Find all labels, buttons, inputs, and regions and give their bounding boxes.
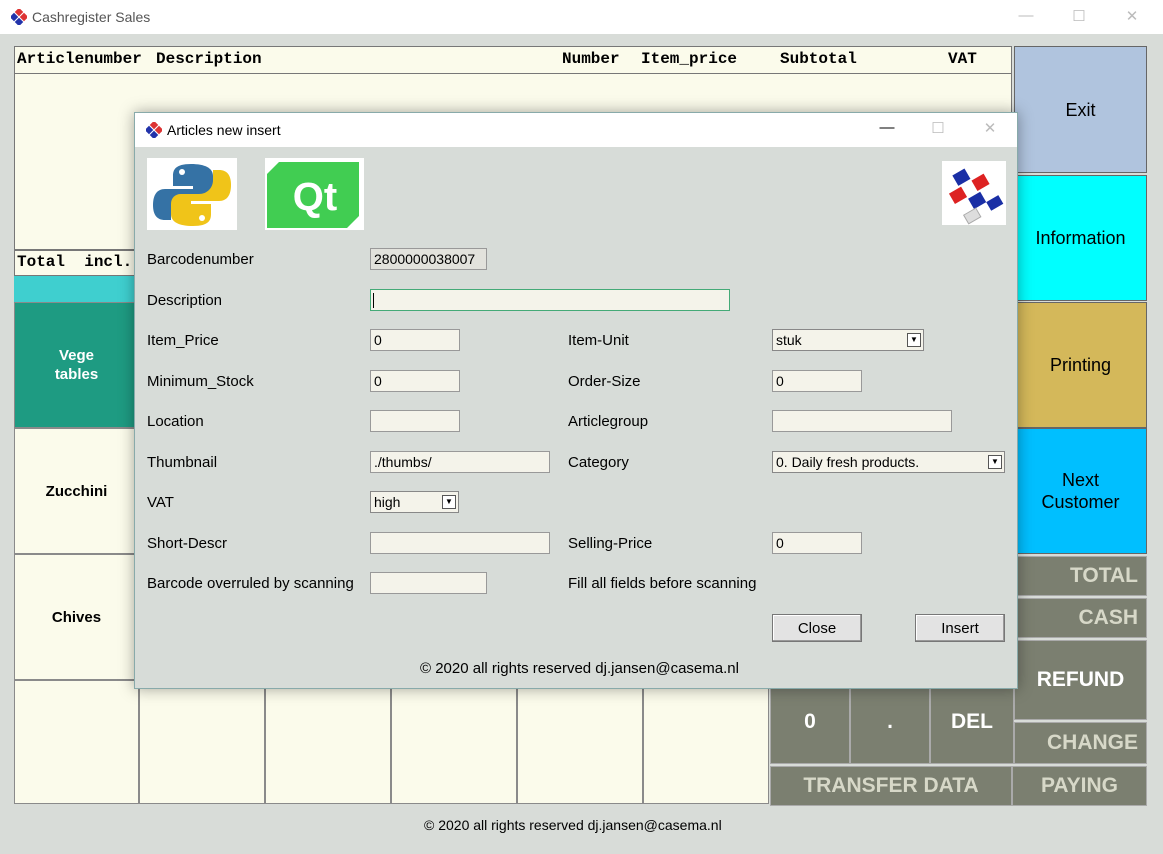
- total-label: Total incl.: [17, 253, 133, 271]
- information-button[interactable]: Information: [1014, 175, 1147, 301]
- order-size-field[interactable]: 0: [772, 370, 862, 392]
- dialog-footer: © 2020 all rights reserved dj.jansen@cas…: [420, 660, 739, 677]
- short-descr-field[interactable]: [370, 532, 550, 554]
- chevron-down-icon: ▼: [988, 455, 1002, 469]
- item-unit-select[interactable]: stuk ▼: [772, 329, 924, 351]
- printing-button[interactable]: Printing: [1014, 302, 1147, 428]
- close-icon[interactable]: ✕: [1117, 7, 1147, 25]
- vat-select-value: high: [374, 494, 401, 510]
- product-button-chives[interactable]: Chives: [14, 554, 139, 680]
- close-button[interactable]: Close: [772, 614, 862, 642]
- brand-logo-icon: [942, 161, 1006, 225]
- thumbnail-field[interactable]: ./thumbs/: [370, 451, 550, 473]
- selling-price-label: Selling-Price: [568, 535, 653, 552]
- refund-button[interactable]: REFUND: [1014, 640, 1147, 720]
- product-button-empty[interactable]: [14, 680, 139, 804]
- keypad-del-button[interactable]: DEL: [930, 680, 1014, 764]
- articlegroup-label: Articlegroup: [568, 413, 649, 430]
- selling-price-field[interactable]: 0: [772, 532, 862, 554]
- description-label: Description: [147, 292, 223, 309]
- next-customer-button[interactable]: Next Customer: [1014, 428, 1147, 554]
- location-label: Location: [147, 413, 204, 430]
- dialog-title: Articles new insert: [167, 122, 281, 138]
- product-button-empty[interactable]: [265, 680, 391, 804]
- location-field[interactable]: [370, 410, 460, 432]
- keypad-0-button[interactable]: 0: [770, 680, 850, 764]
- app-icon: [11, 9, 27, 25]
- dialog-maximize-icon[interactable]: ☐: [923, 119, 953, 137]
- product-button-zucchini[interactable]: Zucchini: [14, 428, 139, 554]
- dialog-close-icon[interactable]: ✕: [975, 119, 1005, 137]
- barcode-overruled-field[interactable]: [370, 572, 487, 594]
- barcode-label: Barcodenumber: [147, 251, 254, 268]
- header-vat: VAT: [948, 50, 977, 68]
- category-label: Category: [568, 454, 629, 471]
- dialog-title-bar: Articles new insert — ☐ ✕: [135, 113, 1017, 147]
- cash-button[interactable]: CASH: [1014, 598, 1147, 638]
- item-unit-select-value: stuk: [776, 332, 802, 348]
- hint-text: Fill all fields before scanning: [568, 575, 757, 592]
- category-select-value: 0. Daily fresh products.: [776, 454, 920, 470]
- keypad-dot-button[interactable]: .: [850, 680, 930, 764]
- python-logo-icon: [147, 158, 237, 230]
- header-subtotal: Subtotal: [780, 50, 857, 68]
- barcode-overruled-label: Barcode overruled by scanning: [147, 575, 354, 592]
- order-size-label: Order-Size: [568, 373, 641, 390]
- qt-logo-icon: Qt: [265, 158, 364, 230]
- description-field[interactable]: [370, 289, 730, 311]
- header-item-price: Item_price: [641, 50, 738, 68]
- product-button-empty[interactable]: [139, 680, 265, 804]
- dialog-app-icon: [146, 122, 162, 138]
- main-footer: © 2020 all rights reserved dj.jansen@cas…: [424, 817, 722, 833]
- product-button-vegetables[interactable]: Vege tables: [14, 302, 139, 428]
- product-button-empty[interactable]: [391, 680, 517, 804]
- vat-select[interactable]: high ▼: [370, 491, 459, 513]
- thumbnail-label: Thumbnail: [147, 454, 218, 471]
- item-price-label: Item_Price: [147, 332, 219, 349]
- item-price-field[interactable]: 0: [370, 329, 460, 351]
- transfer-data-button[interactable]: TRANSFER DATA: [770, 766, 1012, 806]
- main-title-bar: Cashregister Sales — ☐ ✕: [0, 0, 1163, 34]
- header-articlenumber: Articlenumber: [17, 50, 142, 68]
- category-select[interactable]: 0. Daily fresh products. ▼: [772, 451, 1005, 473]
- exit-button[interactable]: Exit: [1014, 46, 1147, 173]
- articles-new-insert-dialog: Articles new insert — ☐ ✕ Qt Barcodenumb…: [134, 112, 1018, 689]
- product-button-empty[interactable]: [517, 680, 643, 804]
- header-description: Description: [156, 50, 262, 68]
- insert-button[interactable]: Insert: [915, 614, 1005, 642]
- dialog-minimize-icon[interactable]: —: [872, 119, 902, 136]
- vat-label: VAT: [147, 494, 174, 511]
- paying-button[interactable]: PAYING: [1012, 766, 1147, 806]
- total-button[interactable]: TOTAL: [1014, 556, 1147, 596]
- window-title: Cashregister Sales: [32, 9, 151, 25]
- qt-logo-text: Qt: [293, 175, 337, 219]
- text-cursor: [373, 293, 374, 308]
- item-unit-label: Item-Unit: [568, 332, 629, 349]
- change-button[interactable]: CHANGE: [1014, 722, 1147, 764]
- header-number: Number: [562, 50, 620, 68]
- minimum-stock-field[interactable]: 0: [370, 370, 460, 392]
- minimize-icon[interactable]: —: [1011, 7, 1041, 24]
- maximize-icon[interactable]: ☐: [1064, 7, 1094, 25]
- barcode-field[interactable]: 2800000038007: [370, 248, 487, 270]
- articlegroup-field[interactable]: [772, 410, 952, 432]
- chevron-down-icon: ▼: [907, 333, 921, 347]
- chevron-down-icon: ▼: [442, 495, 456, 509]
- short-descr-label: Short-Descr: [147, 535, 228, 552]
- minimum-stock-label: Minimum_Stock: [147, 373, 254, 390]
- product-button-empty[interactable]: [643, 680, 769, 804]
